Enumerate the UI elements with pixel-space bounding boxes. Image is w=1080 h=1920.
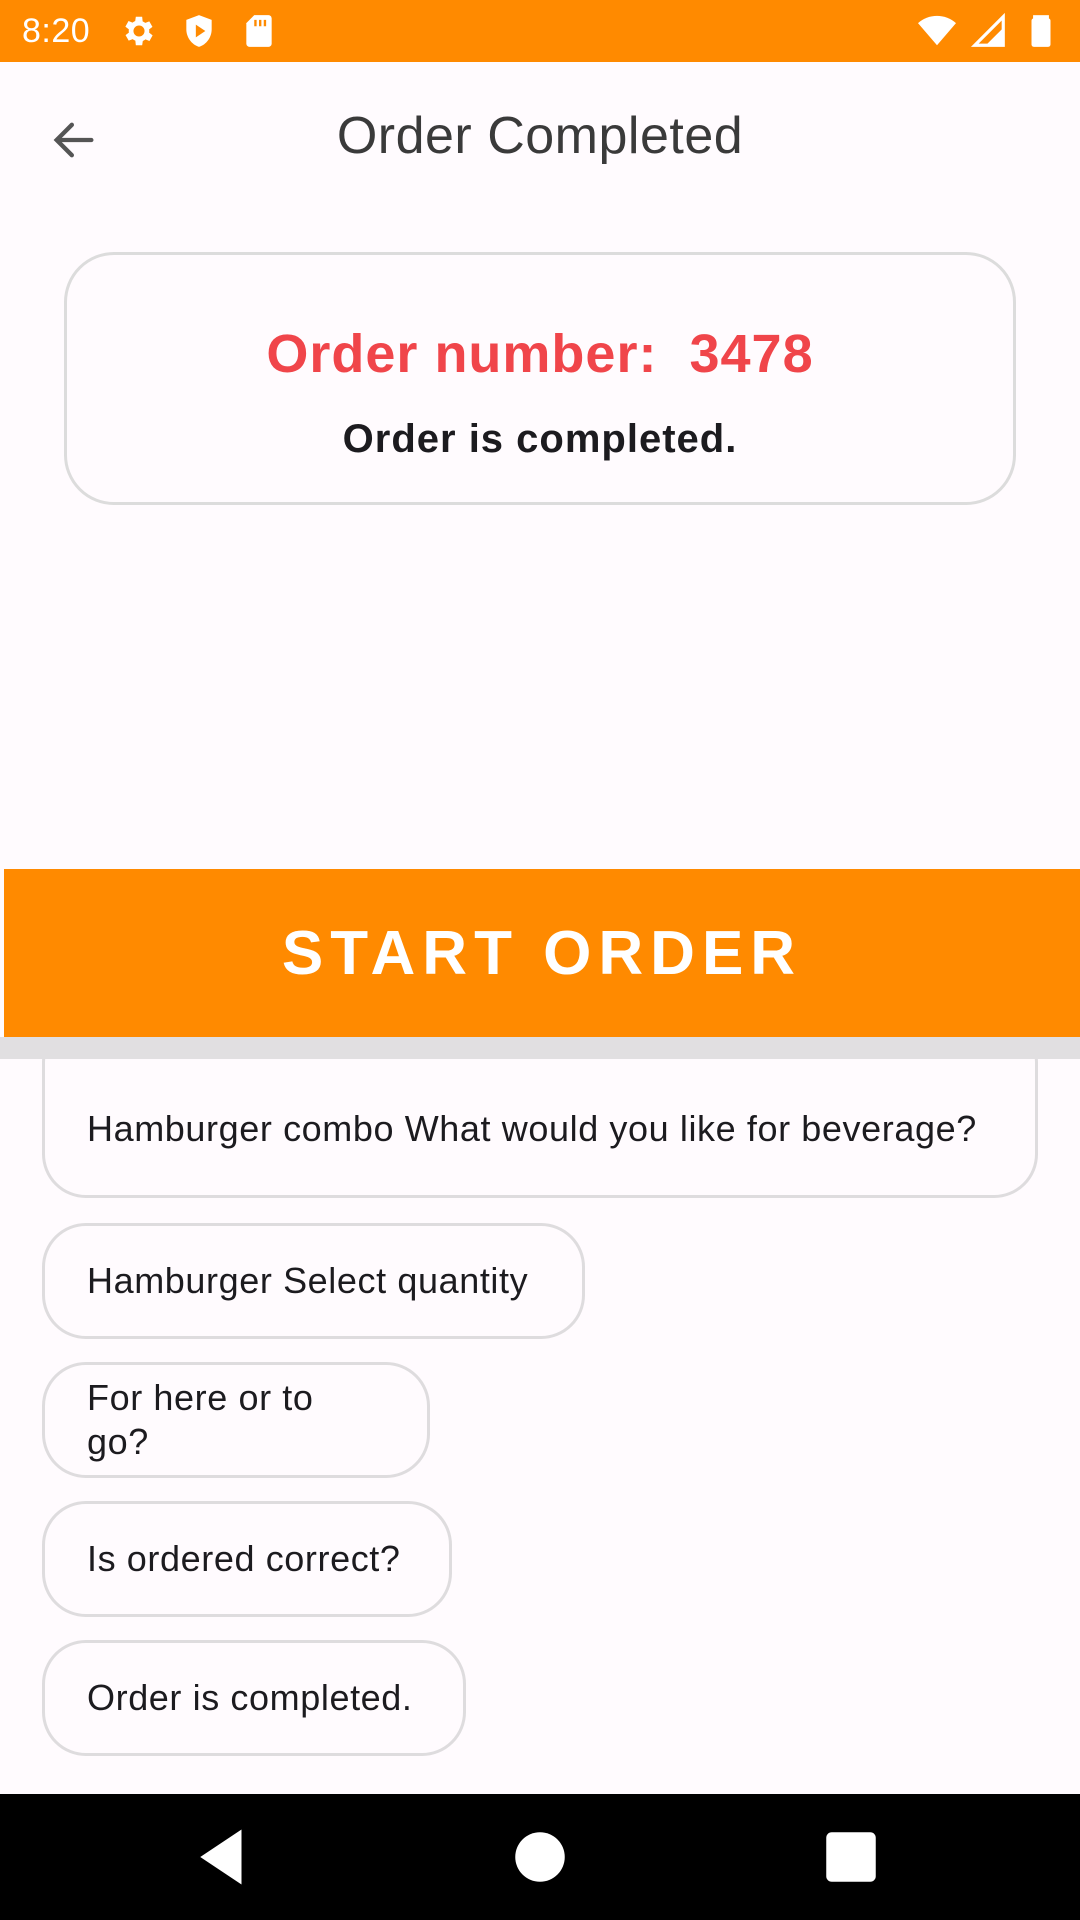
signal-icon	[970, 12, 1008, 50]
navigation-bar	[0, 1794, 1080, 1920]
conversation-history-list[interactable]: Hamburger combo What would you like for …	[0, 1059, 1080, 1794]
nav-recents-button[interactable]	[818, 1824, 884, 1890]
order-number-value: 3478	[689, 324, 814, 384]
order-number-line: Order number: 3478	[67, 323, 1013, 385]
nav-back-button[interactable]	[192, 1824, 258, 1890]
status-system-icons	[918, 0, 1060, 62]
gear-icon	[120, 12, 158, 50]
history-item[interactable]: Order is completed.	[42, 1640, 466, 1756]
order-status-text: Order is completed.	[342, 417, 738, 461]
status-bar: 8:20	[0, 0, 1080, 62]
wifi-icon	[918, 12, 956, 50]
page-title: Order Completed	[336, 107, 744, 165]
battery-icon	[1022, 12, 1060, 50]
nav-back-icon	[200, 1829, 242, 1885]
history-item[interactable]: Hamburger Select quantity	[42, 1223, 585, 1339]
start-order-button[interactable]: START ORDER	[4, 869, 1080, 1037]
nav-home-button[interactable]	[507, 1824, 573, 1890]
sd-card-icon	[240, 12, 278, 50]
status-time: 8:20	[22, 11, 91, 50]
history-item[interactable]: Is ordered correct?	[42, 1501, 452, 1617]
order-card: Order number: 3478 Order is completed.	[64, 252, 1016, 505]
history-item[interactable]: For here or to go?	[42, 1362, 430, 1478]
history-item[interactable]: Hamburger combo What would you like for …	[42, 1059, 1038, 1198]
nav-home-icon	[515, 1832, 565, 1882]
nav-recents-icon	[826, 1832, 876, 1882]
app-bar: Order Completed	[0, 62, 1080, 212]
order-number-label: Order number:	[266, 324, 658, 384]
shield-icon	[180, 12, 218, 50]
status-notification-icons	[120, 12, 278, 50]
divider	[0, 1037, 1080, 1059]
